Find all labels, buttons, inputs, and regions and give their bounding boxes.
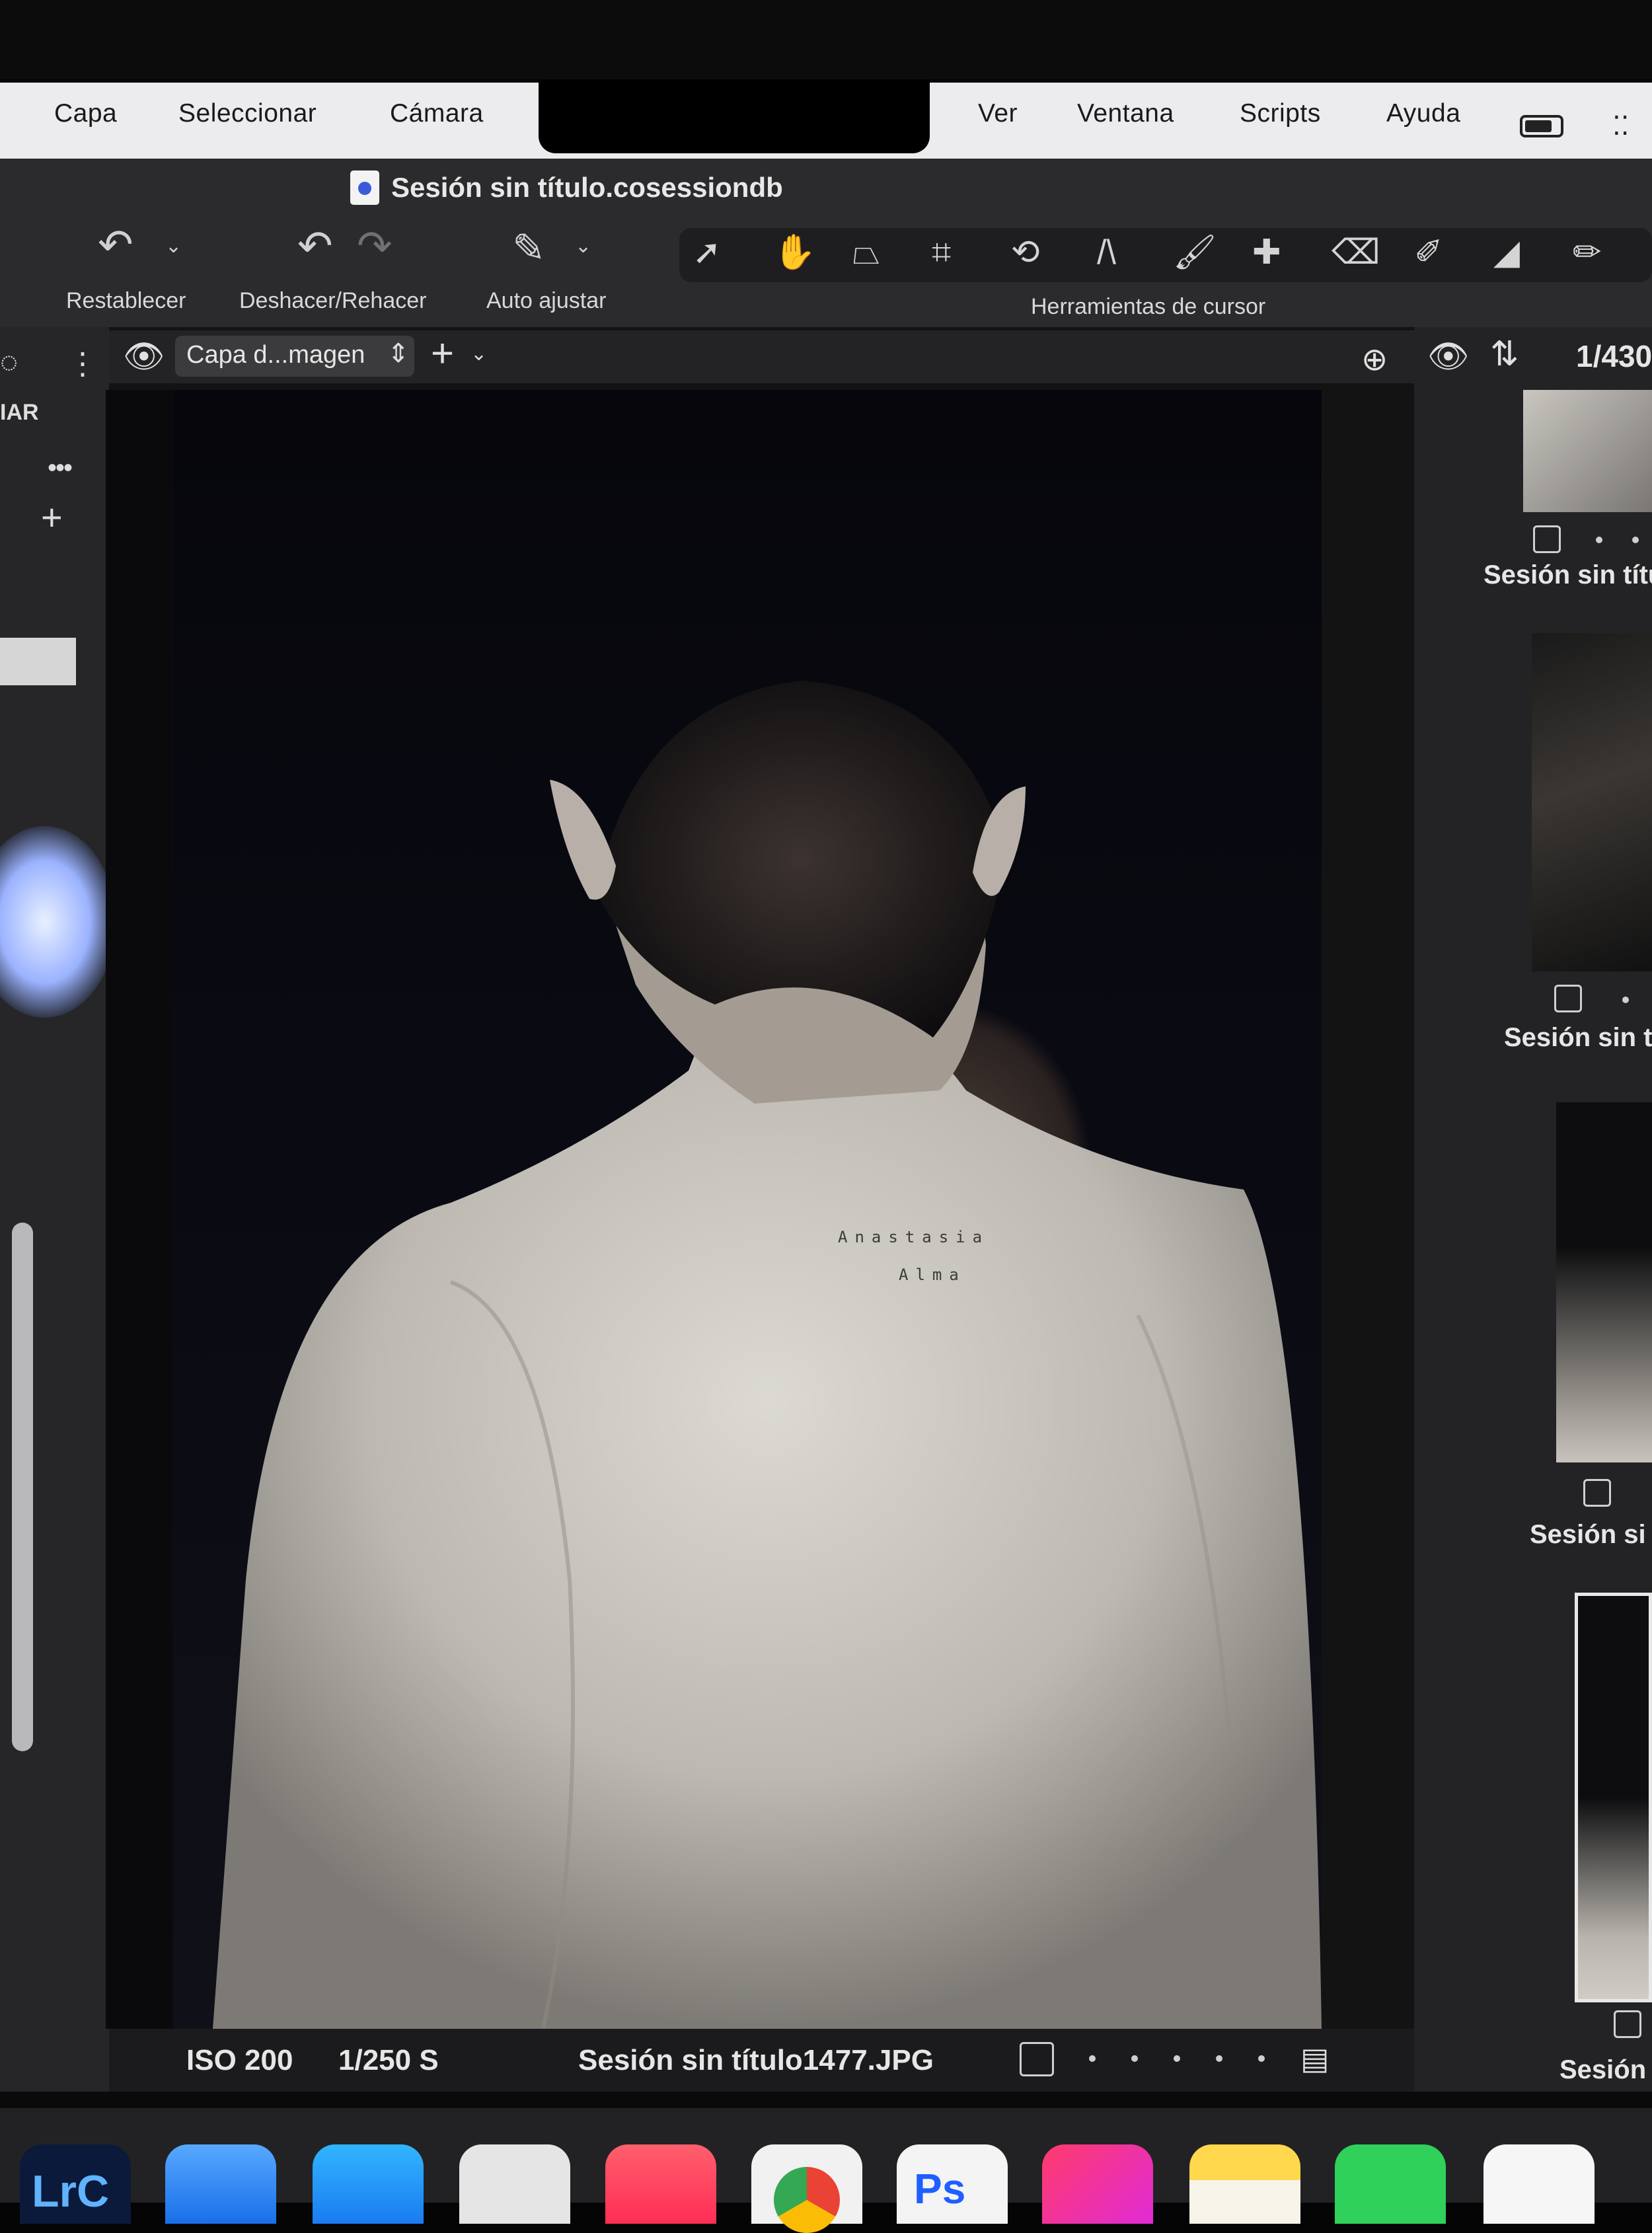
left-panel-icon[interactable]: ◌	[0, 344, 18, 379]
straighten-icon[interactable]: /\	[1097, 233, 1116, 272]
eyedropper-icon[interactable]: ✐	[1414, 233, 1443, 272]
metadata-list-icon[interactable]: ▤	[1300, 2041, 1329, 2076]
eraser-icon[interactable]: ⌫	[1332, 233, 1380, 272]
add-layer-icon[interactable]: +	[431, 330, 454, 376]
window-title: Sesión sin título.cosessiondb	[391, 172, 783, 203]
pan-hand-icon[interactable]: ✋	[773, 233, 816, 272]
rating-dot[interactable]	[1622, 997, 1629, 1003]
magic-wand-icon[interactable]: ✎	[512, 227, 545, 270]
iso-value: ISO 200	[186, 2044, 293, 2076]
crop-icon[interactable]: ⌗	[932, 233, 951, 272]
system-settings-icon[interactable]	[459, 2144, 570, 2224]
photo-subject	[213, 681, 1322, 2029]
select-checkbox[interactable]	[1020, 2042, 1054, 2076]
camera-notch	[539, 79, 930, 153]
rating-dot[interactable]	[1216, 2055, 1222, 2062]
rating-dot[interactable]	[1258, 2055, 1265, 2062]
notes-icon[interactable]	[1189, 2144, 1300, 2224]
menu-ver[interactable]: Ver	[978, 99, 1018, 128]
app-store-icon[interactable]	[313, 2144, 424, 2224]
eye-icon[interactable]: 👁	[1427, 337, 1469, 376]
menu-camara[interactable]: Cámara	[390, 99, 484, 128]
zoom-icon[interactable]: ⊕	[1361, 341, 1388, 378]
layer-select-label: Capa d...magen	[186, 341, 365, 369]
rotate-icon[interactable]: ⟲	[1011, 233, 1040, 272]
thumbnail-label: Sesión si	[1530, 1520, 1646, 1549]
gradient-icon[interactable]: ◢	[1493, 233, 1520, 272]
more-options-icon[interactable]: ⋮	[67, 348, 98, 379]
add-icon[interactable]: +	[41, 496, 63, 539]
reset-label: Restablecer	[66, 288, 186, 313]
rating-dot[interactable]	[1174, 2055, 1180, 2062]
thumbnail-label: Sesión	[1559, 2055, 1647, 2084]
chevron-down-icon[interactable]: ⌄	[470, 342, 487, 365]
image-counter: 1/430	[1576, 339, 1652, 373]
menu-scripts[interactable]: Scripts	[1240, 99, 1321, 128]
thumbnail-checkbox[interactable]	[1614, 2010, 1641, 2038]
undo-redo-label: Deshacer/Rehacer	[239, 288, 427, 313]
rating-dot[interactable]	[1632, 537, 1639, 543]
pencil-icon[interactable]: ✏	[1573, 233, 1602, 272]
ps-label: Ps	[914, 2165, 966, 2213]
shutter-value: 1/250 S	[338, 2044, 439, 2076]
menu-capa[interactable]: Capa	[54, 99, 117, 128]
menu-ventana[interactable]: Ventana	[1077, 99, 1174, 128]
screen-bezel	[0, 0, 1652, 79]
tattoo-text-line2: Alma	[899, 1266, 966, 1284]
auto-adjust-label: Auto ajustar	[486, 288, 607, 313]
left-panel-field[interactable]	[0, 638, 76, 685]
battery-icon[interactable]	[1520, 115, 1563, 137]
thumbnail-label: Sesión sin t	[1504, 1023, 1652, 1052]
thumbnail-label: Sesión sin títu	[1483, 560, 1652, 589]
lightroom-classic-icon[interactable]: LrC	[20, 2144, 131, 2224]
left-panel-label: IAR	[0, 400, 39, 425]
filename: Sesión sin título1477.JPG	[578, 2044, 934, 2076]
heal-icon[interactable]: ✚	[1252, 233, 1281, 272]
left-tool-panel	[0, 327, 109, 2111]
chevron-down-icon[interactable]: ⌄	[575, 235, 591, 258]
brush-icon[interactable]: 🖌	[1173, 233, 1217, 272]
undo-icon[interactable]: ↶	[297, 225, 333, 267]
thumbnail[interactable]	[1556, 1102, 1652, 1462]
music-icon[interactable]	[605, 2144, 716, 2224]
rating-dot[interactable]	[1089, 2055, 1096, 2062]
reset-icon[interactable]: ↶	[98, 223, 133, 266]
eye-icon[interactable]: 👁	[123, 337, 165, 376]
updown-chevron-icon[interactable]: ⇕	[387, 338, 410, 369]
photoshop-icon[interactable]: Ps	[897, 2144, 1008, 2224]
sort-icon[interactable]: ⇅	[1490, 334, 1519, 374]
thumbnail[interactable]	[1523, 390, 1652, 512]
freeform-icon[interactable]	[1483, 2144, 1595, 2224]
rating-dot[interactable]	[1596, 537, 1602, 543]
menu-ayuda[interactable]: Ayuda	[1386, 99, 1460, 128]
whatsapp-icon[interactable]	[1335, 2144, 1446, 2224]
thumbnail-checkbox[interactable]	[1533, 525, 1561, 553]
document-icon-dot	[358, 182, 371, 195]
thumbnail-checkbox[interactable]	[1554, 985, 1582, 1012]
thumbnail-checkbox[interactable]	[1583, 1479, 1611, 1507]
keystone-icon[interactable]: ⏢	[852, 233, 880, 272]
rating-dot[interactable]	[1131, 2055, 1138, 2062]
chrome-icon[interactable]	[751, 2144, 862, 2233]
tattoo-text-line1: Anastasia	[838, 1228, 990, 1246]
chevron-down-icon[interactable]: ⌄	[165, 235, 182, 258]
creative-cloud-icon[interactable]	[1042, 2144, 1153, 2224]
menu-seleccionar[interactable]: Seleccionar	[178, 99, 317, 128]
thumbnail[interactable]	[1532, 633, 1652, 971]
left-panel-scrollbar[interactable]	[12, 1223, 33, 1751]
redo-icon[interactable]: ↷	[357, 225, 393, 267]
mail-icon[interactable]	[165, 2144, 276, 2224]
ellipsis-icon[interactable]: •••	[48, 453, 73, 483]
control-center-icon[interactable]: ⁚⁚	[1612, 111, 1629, 141]
lrc-label: LrC	[32, 2166, 110, 2216]
thumbnail-selected[interactable]	[1575, 1593, 1652, 2002]
cursor-tools-label: Herramientas de cursor	[1031, 294, 1266, 319]
select-arrow-icon[interactable]: ➚	[693, 233, 722, 272]
